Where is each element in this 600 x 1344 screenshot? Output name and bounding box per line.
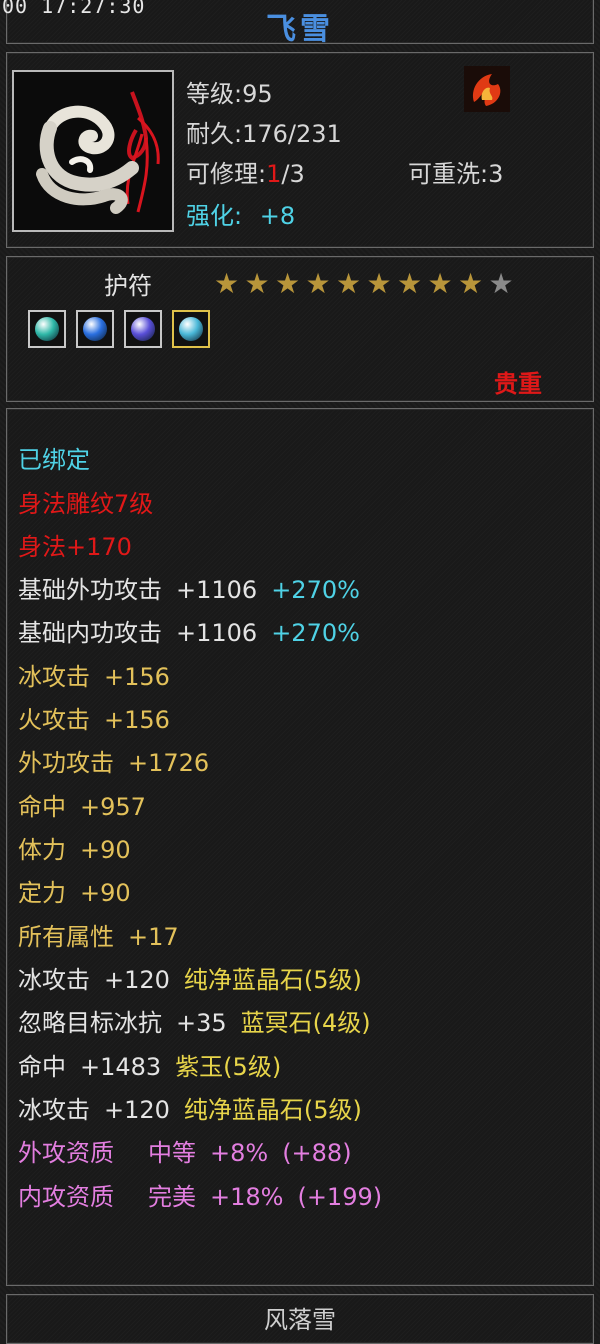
- ext-aptitude-line: 外攻资质 中等 +8% (+88): [18, 1133, 366, 1168]
- attr-extra: (+88): [282, 1139, 352, 1167]
- bound-status: 已绑定: [18, 446, 90, 474]
- gem-slot-2[interactable]: [76, 310, 114, 348]
- attr-label: 命中: [18, 1053, 66, 1081]
- attr-value: +8%: [210, 1139, 269, 1167]
- star-filled-icon: ★: [397, 267, 423, 300]
- enhance-value: +8: [259, 202, 296, 230]
- gem-slot-3[interactable]: [124, 310, 162, 348]
- gem-orb-icon: [35, 317, 59, 341]
- attr-value: +90: [80, 879, 131, 907]
- level-label: 等级:95: [186, 80, 273, 108]
- attr-value: +1106: [176, 619, 258, 647]
- aptitude-grade: 中等: [148, 1139, 196, 1167]
- repair-suffix: /3: [281, 160, 305, 188]
- attr-value: +957: [80, 793, 146, 821]
- attr-label: 冰攻击: [18, 663, 90, 691]
- star-filled-icon: ★: [214, 267, 240, 300]
- item-type: 护符: [104, 272, 152, 300]
- attr-value: +17: [128, 923, 179, 951]
- star-filled-icon: ★: [305, 267, 331, 300]
- gem-orb-icon: [83, 317, 107, 341]
- gem-name: 紫玉(5级): [175, 1053, 282, 1081]
- attr-label: 基础外功攻击: [18, 576, 162, 604]
- star-filled-icon: ★: [244, 267, 270, 300]
- gem2-line: 忽略目标冰抗 +35 蓝冥石(4级): [18, 1003, 385, 1038]
- attr-label: 外功攻击: [18, 749, 114, 777]
- attr-label: 基础内功攻击: [18, 619, 162, 647]
- attr-value: +1106: [176, 576, 258, 604]
- star-filled-icon: ★: [275, 267, 301, 300]
- base-int-attack-line: 基础内功攻击 +1106 +270%: [18, 613, 374, 648]
- item-icon: [12, 70, 174, 232]
- tooltip-frame: 00 17:27:30 飞雪 等级:95 耐久:176/231 可修理:1/3 …: [0, 0, 600, 1344]
- focus-line: 定力 +90: [18, 873, 145, 908]
- gem3-line: 命中 +1483 紫玉(5级): [18, 1047, 295, 1082]
- star-filled-icon: ★: [336, 267, 362, 300]
- aptitude-grade: 完美: [148, 1183, 196, 1211]
- element-icon: [464, 66, 510, 112]
- attr-value: +35: [176, 1009, 227, 1037]
- repair-prefix: 可修理:: [186, 160, 267, 188]
- attr-label: 所有属性: [18, 923, 114, 951]
- attr-label: 冰攻击: [18, 966, 90, 994]
- fire-attack-line: 火攻击 +156: [18, 700, 184, 735]
- attr-value: +1483: [80, 1053, 162, 1081]
- gem-orb-icon: [179, 317, 203, 341]
- gem-name: 纯净蓝晶石(5级): [183, 1096, 362, 1124]
- attr-value: +1726: [128, 749, 210, 777]
- attr-extra: (+199): [297, 1183, 383, 1211]
- gem1-line: 冰攻击 +120 纯净蓝晶石(5级): [18, 960, 376, 995]
- ice-attack-line: 冰攻击 +156: [18, 657, 184, 692]
- repair-current: 1: [266, 160, 282, 188]
- attr-value: +120: [104, 966, 170, 994]
- int-aptitude-line: 内攻资质 完美 +18% (+199): [18, 1177, 396, 1212]
- engrave-line: 身法雕纹7级: [18, 490, 154, 518]
- attr-label: 冰攻击: [18, 1096, 90, 1124]
- star-filled-icon: ★: [366, 267, 392, 300]
- rewash-label: 可重洗:3: [408, 160, 504, 188]
- hit-line: 命中 +957: [18, 787, 160, 822]
- gem4-line: 冰攻击 +120 纯净蓝晶石(5级): [18, 1090, 376, 1125]
- gem-name: 纯净蓝晶石(5级): [183, 966, 362, 994]
- repair-label: 可修理:1/3: [186, 154, 305, 189]
- gem-name: 蓝冥石(4级): [240, 1009, 371, 1037]
- attr-bonus: +270%: [271, 619, 360, 647]
- stamina-line: 体力 +90: [18, 830, 145, 865]
- gem-orb-icon: [131, 317, 155, 341]
- attr-bonus: +270%: [271, 576, 360, 604]
- attr-label: 内攻资质: [18, 1183, 114, 1211]
- attr-value: +18%: [210, 1183, 284, 1211]
- rarity-label: 贵重: [494, 370, 542, 398]
- gem-slot-4[interactable]: [172, 310, 210, 348]
- attr-label: 火攻击: [18, 706, 90, 734]
- attr-label: 体力: [18, 836, 66, 864]
- star-filled-icon: ★: [458, 267, 484, 300]
- attr-value: +120: [104, 1096, 170, 1124]
- agility-line: 身法+170: [18, 533, 132, 561]
- attr-label: 外攻资质: [18, 1139, 114, 1167]
- attr-label: 命中: [18, 793, 66, 821]
- attr-value: +90: [80, 836, 131, 864]
- base-ext-attack-line: 基础外功攻击 +1106 +270%: [18, 570, 374, 605]
- star-empty-icon: ★: [488, 267, 514, 300]
- durability-label: 耐久:176/231: [186, 120, 342, 148]
- gem-slot-1[interactable]: [28, 310, 66, 348]
- enhance-label: 强化: +8: [186, 196, 295, 231]
- attr-value: +156: [104, 663, 170, 691]
- amulet-icon: [20, 78, 166, 224]
- enhance-text: 强化:: [186, 202, 243, 230]
- all-attr-line: 所有属性 +17: [18, 917, 193, 952]
- attr-label: 忽略目标冰抗: [18, 1009, 162, 1037]
- item-title: 飞雪: [266, 12, 334, 47]
- attr-value: +156: [104, 706, 170, 734]
- owner-name: 风落雪: [264, 1306, 336, 1334]
- star-filled-icon: ★: [427, 267, 453, 300]
- ext-attack-line: 外功攻击 +1726: [18, 743, 223, 778]
- attr-label: 定力: [18, 879, 66, 907]
